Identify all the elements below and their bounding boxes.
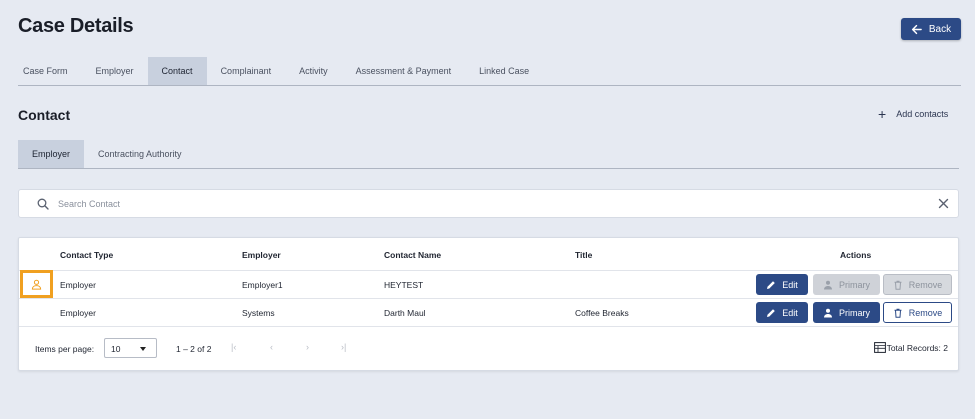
items-per-page-value: 10	[111, 344, 121, 354]
pencil-icon	[767, 280, 776, 289]
cell-contact-name: HEYTEST	[384, 280, 424, 290]
primary-label: Primary	[839, 279, 870, 290]
tab-assessment-payment[interactable]: Assessment & Payment	[342, 57, 466, 85]
table-row: Employer Employer1 HEYTEST Edit Primary …	[19, 270, 958, 299]
col-header-actions: Actions	[840, 250, 872, 260]
tab-complainant[interactable]: Complainant	[207, 57, 286, 85]
items-per-page-label: Items per page:	[35, 344, 95, 354]
first-page-icon[interactable]: |‹	[231, 342, 236, 352]
remove-button[interactable]: Remove	[883, 274, 952, 295]
person-icon	[824, 280, 832, 289]
table-row: Employer Systems Darth Maul Coffee Break…	[19, 299, 958, 327]
close-icon[interactable]	[938, 198, 949, 209]
edit-label: Edit	[782, 307, 798, 318]
page-title: Case Details	[18, 15, 134, 37]
primary-label: Primary	[839, 307, 870, 318]
remove-label: Remove	[908, 279, 943, 290]
next-page-icon[interactable]: ›	[306, 342, 309, 352]
table-icon	[873, 342, 886, 353]
plus-icon: +	[878, 106, 887, 122]
main-tabs: Case Form Employer Contact Complainant A…	[18, 57, 961, 86]
person-icon	[824, 308, 832, 317]
primary-button[interactable]: Primary	[813, 274, 880, 295]
cell-employer: Employer1	[242, 280, 283, 290]
contacts-table: Contact Type Employer Contact Name Title…	[18, 237, 959, 371]
col-header-contact-name[interactable]: Contact Name	[384, 250, 441, 260]
remove-label: Remove	[908, 307, 943, 318]
search-input[interactable]	[58, 198, 858, 209]
add-contacts-label: Add contacts	[896, 109, 949, 119]
previous-page-icon[interactable]: ‹	[270, 342, 273, 352]
items-per-page-select[interactable]: 10	[104, 338, 157, 358]
subtab-contracting-authority[interactable]: Contracting Authority	[84, 140, 196, 168]
col-header-title[interactable]: Title	[575, 250, 592, 260]
col-header-employer[interactable]: Employer	[242, 250, 281, 260]
cell-title: Coffee Breaks	[575, 308, 629, 318]
tab-employer[interactable]: Employer	[82, 57, 148, 85]
contact-section-title: Contact	[18, 107, 71, 123]
trash-icon	[894, 308, 902, 318]
edit-button[interactable]: Edit	[756, 302, 808, 323]
page-range-label: 1 – 2 of 2	[176, 344, 212, 354]
last-page-icon[interactable]: ›|	[341, 342, 346, 352]
tab-activity[interactable]: Activity	[285, 57, 342, 85]
remove-button[interactable]: Remove	[883, 302, 952, 323]
tab-contact[interactable]: Contact	[147, 57, 207, 85]
tab-linked-case[interactable]: Linked Case	[465, 57, 543, 85]
tab-case-form[interactable]: Case Form	[18, 57, 82, 85]
add-contacts-button[interactable]: + Add contacts	[878, 106, 949, 122]
trash-icon	[894, 280, 902, 290]
back-button-label: Back	[928, 23, 952, 35]
col-header-contact-type[interactable]: Contact Type	[60, 250, 113, 260]
subtab-employer[interactable]: Employer	[18, 140, 84, 168]
search-bar	[18, 189, 959, 218]
pencil-icon	[767, 308, 776, 317]
cell-contact-type: Employer	[60, 280, 96, 290]
total-records-label: Total Records: 2	[886, 342, 948, 353]
cell-employer: Systems	[242, 308, 275, 318]
primary-contact-marker	[20, 270, 53, 298]
table-header: Contact Type Employer Contact Name Title…	[19, 238, 958, 271]
contact-sub-tabs: Employer Contracting Authority	[18, 140, 959, 169]
person-icon	[31, 279, 42, 290]
search-icon	[37, 198, 49, 210]
paginator: Items per page: 10 1 – 2 of 2 |‹ ‹ › ›| …	[19, 328, 958, 370]
caret-down-icon	[140, 347, 146, 351]
edit-label: Edit	[782, 279, 798, 290]
edit-button[interactable]: Edit	[756, 274, 808, 295]
total-records: Total Records: 2	[873, 342, 948, 353]
primary-button[interactable]: Primary	[813, 302, 880, 323]
back-button[interactable]: Back	[901, 18, 961, 40]
cell-contact-name: Darth Maul	[384, 308, 426, 318]
arrow-left-icon	[911, 24, 922, 34]
cell-contact-type: Employer	[60, 308, 96, 318]
